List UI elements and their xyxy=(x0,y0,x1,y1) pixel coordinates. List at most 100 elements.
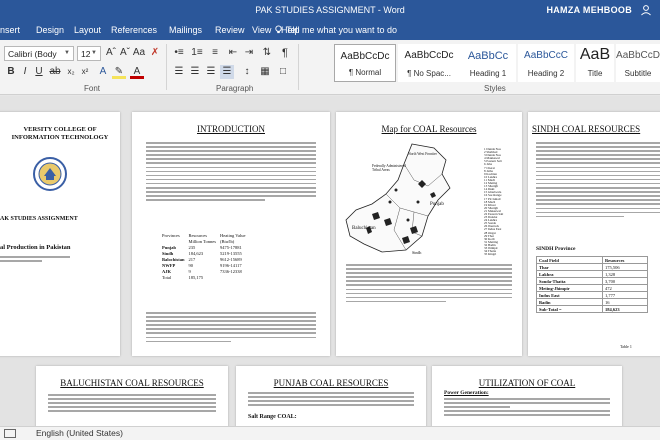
font-color-icon[interactable]: A xyxy=(130,65,144,79)
line-spacing-icon[interactable]: ↕ xyxy=(240,65,254,79)
change-case-icon[interactable]: Aa xyxy=(132,46,146,60)
utilization-paragraph xyxy=(444,398,610,418)
tab-design[interactable]: Design xyxy=(36,25,64,35)
sindh-paragraph xyxy=(536,142,660,220)
tab-insert[interactable]: nsert xyxy=(0,25,20,35)
bullets-icon[interactable]: •≡ xyxy=(172,46,186,60)
document-area[interactable]: VERSITY COLLEGE OF INFORMATION TECHNOLOG… xyxy=(0,96,660,426)
page-heading: BALUCHISTAN COAL RESOURCES xyxy=(60,378,204,388)
chevron-down-icon: ▼ xyxy=(91,50,97,56)
style-preview: AaB xyxy=(579,46,611,63)
numbering-icon[interactable]: 1≡ xyxy=(190,46,204,60)
align-left-icon[interactable]: ☰ xyxy=(172,65,186,79)
style-preview: AaBbCcC xyxy=(524,50,568,61)
pakistan-coal-map xyxy=(345,143,451,253)
text-effects-icon[interactable]: A xyxy=(96,65,110,79)
punjab-paragraph xyxy=(248,392,414,408)
subscript-icon[interactable]: x₂ xyxy=(64,65,78,79)
page-sindh[interactable]: SINDH COAL RESOURCES SINDH Province Coal… xyxy=(528,112,660,356)
style-preview: AaBbCcD xyxy=(616,50,660,61)
align-right-icon[interactable]: ☰ xyxy=(204,65,218,79)
page-utilization[interactable]: UTILIZATION OF COAL Power Generation: xyxy=(432,366,622,426)
underline-icon[interactable]: U xyxy=(32,65,46,79)
style-name: ¶ Normal xyxy=(348,68,382,77)
page-map[interactable]: Map for COAL Resources North West Fronti… xyxy=(336,112,522,356)
user-avatar-icon[interactable] xyxy=(640,4,652,16)
grow-font-icon[interactable]: Aˆ xyxy=(104,46,118,60)
style-title[interactable]: AaB Title xyxy=(576,44,614,82)
show-marks-icon[interactable]: ¶ xyxy=(278,46,292,60)
group-label-paragraph: Paragraph xyxy=(216,84,254,93)
tab-mailings[interactable]: Mailings xyxy=(169,25,202,35)
region-label-baluchistan: Baluchistan xyxy=(352,226,376,231)
tab-review[interactable]: Review xyxy=(215,25,245,35)
intro-paragraph-2 xyxy=(146,312,316,345)
table-caption: Table 1 xyxy=(620,344,632,349)
region-label-fata: Federally Administered Tribal Areas xyxy=(372,164,406,172)
page-heading: UTILIZATION OF COAL xyxy=(478,378,576,388)
page-introduction[interactable]: INTRODUCTION Provinces Resources Heating V… xyxy=(132,112,330,356)
font-name-combo[interactable]: Calibri (Body ▼ xyxy=(4,46,74,61)
page-heading: Map for COAL Resources xyxy=(381,124,477,134)
region-label-nwfp: North West Frontier xyxy=(408,152,437,156)
style-name: Subtitle xyxy=(624,69,652,78)
strikethrough-icon[interactable]: ab xyxy=(48,65,62,79)
proofing-icon[interactable] xyxy=(4,429,16,438)
tell-me-text: Tell me what you want to do xyxy=(286,25,398,35)
borders-icon[interactable]: □ xyxy=(276,65,290,79)
style-heading-2[interactable]: AaBbCcC Heading 2 xyxy=(518,44,574,82)
font-size-value: 12 xyxy=(81,49,91,59)
align-center-icon[interactable]: ☰ xyxy=(188,65,202,79)
style-heading-1[interactable]: AaBbCc Heading 1 xyxy=(460,44,516,82)
bold-icon[interactable]: B xyxy=(4,65,18,79)
page-heading: SINDH COAL RESOURCES xyxy=(532,124,641,134)
map-paragraph xyxy=(346,264,512,305)
tell-me-box[interactable]: Tell me what you want to do xyxy=(274,25,397,35)
chevron-down-icon: ▼ xyxy=(64,50,70,56)
tab-references[interactable]: References xyxy=(111,25,157,35)
college-name: VERSITY COLLEGE OF INFORMATION TECHNOLOG… xyxy=(11,126,109,141)
baluchistan-paragraph xyxy=(48,394,216,414)
page-punjab[interactable]: PUNJAB COAL RESOURCES Salt Range COAL: xyxy=(236,366,426,426)
region-label-sindh: Sindh xyxy=(412,250,422,255)
style-normal[interactable]: AaBbCcDc ¶ Normal xyxy=(334,44,396,82)
style-name: Heading 2 xyxy=(527,69,565,78)
user-name[interactable]: HAMZA MEHBOOB xyxy=(546,5,632,15)
status-bar: English (United States) xyxy=(0,426,660,440)
style-no-spacing[interactable]: AaBbCcDc ¶ No Spac... xyxy=(398,44,460,82)
ribbon-tabs: nsert Design Layout References Mailings … xyxy=(0,20,660,40)
group-divider xyxy=(298,44,299,90)
highlight-icon[interactable]: ✎ xyxy=(112,65,126,79)
clear-formatting-icon[interactable]: ✗ xyxy=(148,46,162,60)
superscript-icon[interactable]: x² xyxy=(78,65,92,79)
page-heading: PUNJAB COAL RESOURCES xyxy=(273,378,389,388)
style-preview: AaBbCc xyxy=(467,50,509,62)
assignment-title: AK STUDIES ASSIGNMENT xyxy=(0,216,78,222)
shading-icon[interactable]: ▦ xyxy=(258,65,272,79)
sort-icon[interactable]: ⇅ xyxy=(260,46,274,60)
page-heading: INTRODUCTION xyxy=(197,124,265,134)
topic-title: al Production in Pakistan xyxy=(0,244,71,251)
tab-view[interactable]: View xyxy=(252,25,271,35)
style-subtitle[interactable]: AaBbCcD Subtitle xyxy=(616,44,660,82)
title-bar: PAK STUDIES ASSIGNMENT - Word HAMZA MEHB… xyxy=(0,0,660,20)
multilevel-list-icon[interactable]: ≡ xyxy=(208,46,222,60)
group-divider xyxy=(166,44,167,90)
cover-details xyxy=(0,256,70,264)
justify-icon[interactable]: ☰ xyxy=(220,65,234,79)
group-label-styles: Styles xyxy=(484,84,506,93)
college-logo-icon xyxy=(33,157,67,191)
style-preview: AaBbCcDc xyxy=(340,51,390,62)
italic-icon[interactable]: I xyxy=(18,65,32,79)
page-baluchistan[interactable]: BALUCHISTAN COAL RESOURCES xyxy=(36,366,228,426)
tab-layout[interactable]: Layout xyxy=(74,25,101,35)
shrink-font-icon[interactable]: Aˇ xyxy=(118,46,132,60)
language-indicator[interactable]: English (United States) xyxy=(36,428,123,438)
font-size-combo[interactable]: 12 ▼ xyxy=(77,46,101,61)
intro-coal-table: Provinces Resources Heating Value Million … xyxy=(162,232,246,280)
page-cover[interactable]: VERSITY COLLEGE OF INFORMATION TECHNOLOG… xyxy=(0,112,120,356)
increase-indent-icon[interactable]: ⇥ xyxy=(242,46,256,60)
utilization-subhead: Power Generation: xyxy=(444,390,489,396)
decrease-indent-icon[interactable]: ⇤ xyxy=(226,46,240,60)
sindh-table-title: SINDH Province xyxy=(536,246,576,252)
